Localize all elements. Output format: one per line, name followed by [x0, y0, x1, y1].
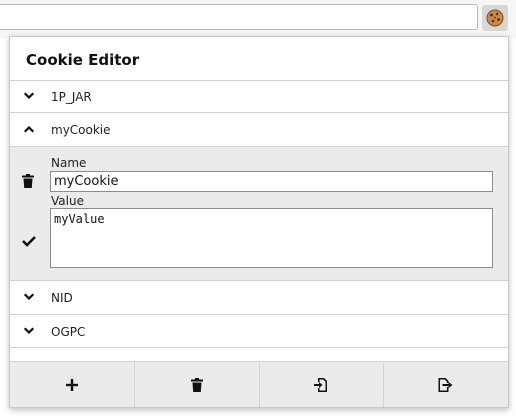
cookie-item-1p-jar[interactable]: 1P_JAR	[10, 80, 508, 112]
delete-all-button[interactable]	[135, 362, 260, 407]
checkmark-icon[interactable]	[22, 235, 36, 247]
cookie-name: OGPC	[51, 325, 86, 339]
trash-icon[interactable]	[22, 174, 34, 188]
cookie-icon	[486, 9, 504, 27]
address-bar[interactable]	[0, 4, 478, 30]
browser-toolbar	[0, 0, 516, 38]
cookie-name: myCookie	[51, 123, 111, 137]
cookie-item-ogpc[interactable]: OGPC	[10, 314, 508, 348]
cookie-editor-panel: Name myCookie Value myValue	[10, 146, 508, 280]
popup-title: Cookie Editor	[26, 51, 140, 69]
cookie-item-mycookie[interactable]: myCookie	[10, 112, 508, 146]
export-button[interactable]	[384, 362, 508, 407]
chevron-up-icon	[23, 125, 35, 133]
name-input[interactable]: myCookie	[50, 171, 493, 192]
cookie-editor-extension-button[interactable]	[482, 5, 508, 31]
cookie-list: 1P_JAR myCookie Name myCookie Value myVa…	[10, 80, 508, 348]
cookie-name: 1P_JAR	[51, 90, 92, 104]
cookie-editor-popup: Cookie Editor 1P_JAR myCookie Name myCoo…	[9, 36, 509, 408]
footer-toolbar	[10, 361, 508, 407]
value-label: Value	[51, 194, 84, 208]
import-icon	[314, 378, 328, 392]
chevron-down-icon	[23, 92, 35, 100]
export-icon	[438, 378, 453, 392]
cookie-name: NID	[51, 291, 73, 305]
name-label: Name	[51, 156, 87, 170]
chevron-down-icon	[23, 327, 35, 335]
chevron-down-icon	[23, 293, 35, 301]
import-button[interactable]	[260, 362, 385, 407]
value-textarea[interactable]: myValue	[50, 208, 493, 268]
trash-icon	[190, 378, 203, 392]
plus-icon	[65, 379, 78, 391]
add-cookie-button[interactable]	[10, 362, 135, 407]
cookie-item-nid[interactable]: NID	[10, 280, 508, 314]
